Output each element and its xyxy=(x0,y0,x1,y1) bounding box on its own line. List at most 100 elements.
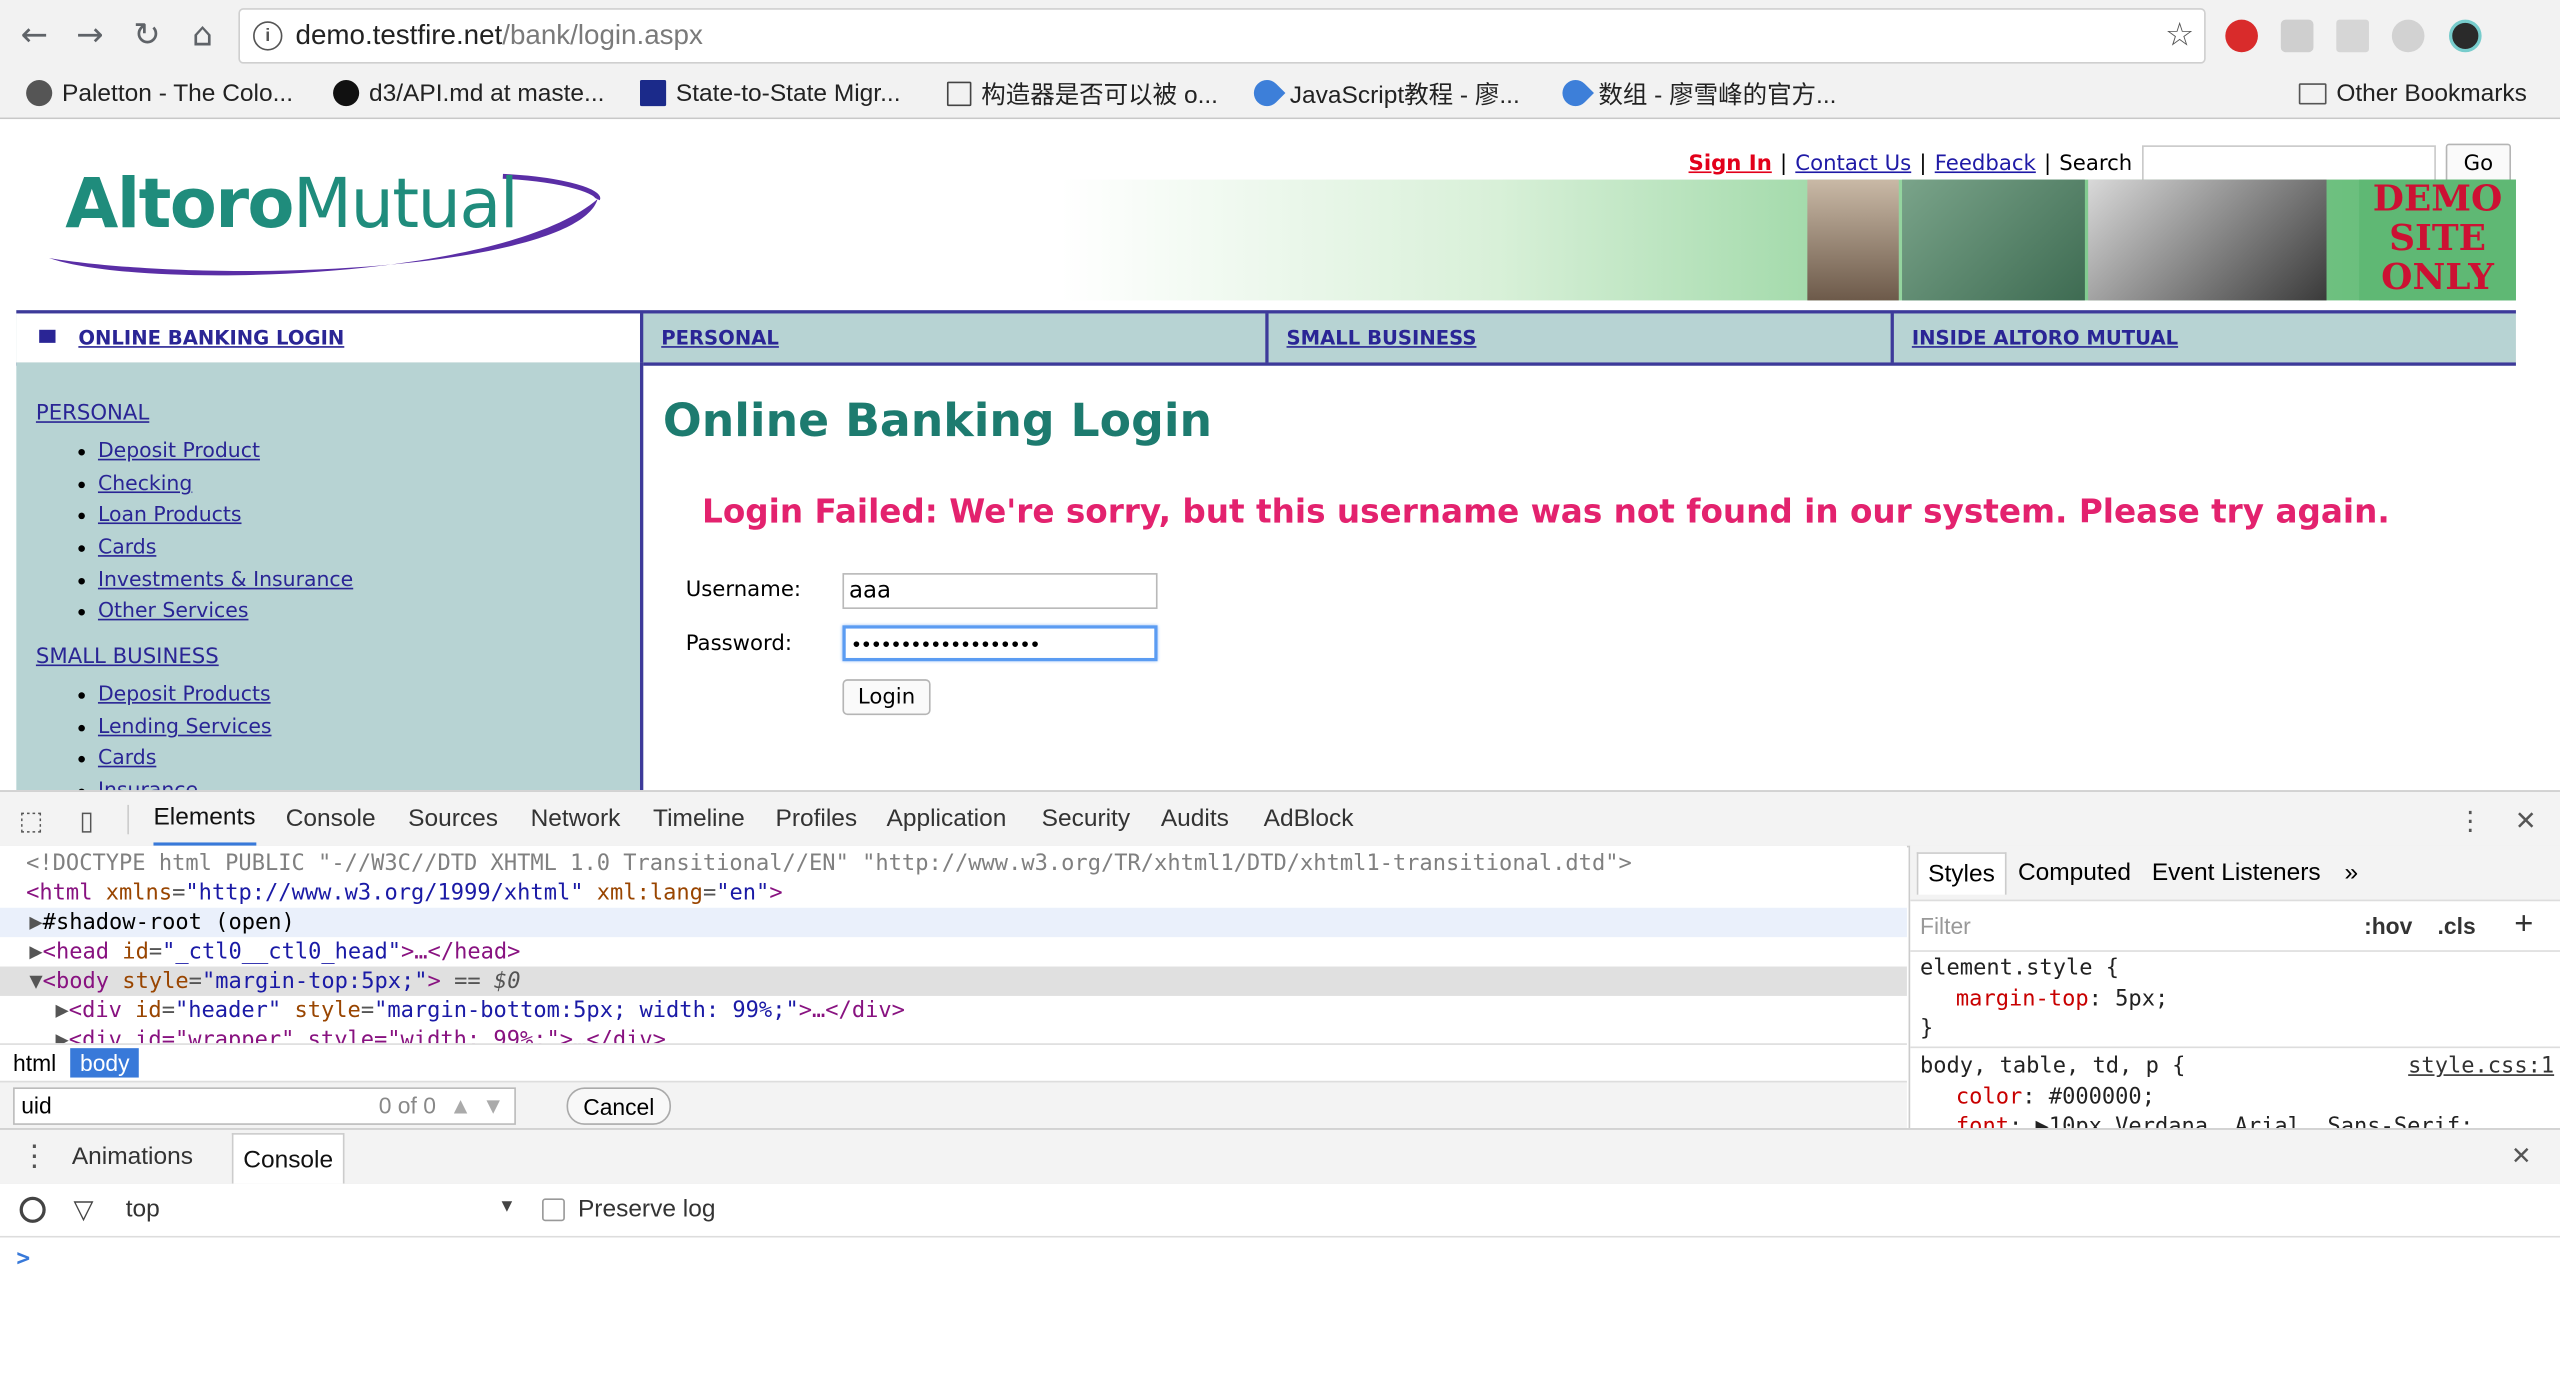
tab-console[interactable]: Console xyxy=(286,792,376,846)
shield-extension-icon[interactable] xyxy=(2280,19,2314,53)
info-icon[interactable]: i xyxy=(253,21,283,51)
tab-profiles[interactable]: Profiles xyxy=(776,792,858,846)
sidebar-item-deposit-product[interactable]: Deposit Product xyxy=(78,438,260,462)
rule-prop-font[interactable]: font: ▶10px Verdana, Arial, Sans-Serif; xyxy=(1956,1113,2474,1128)
sidebar-item-business-cards[interactable]: Cards xyxy=(78,744,156,769)
nav-personal[interactable]: PERSONAL xyxy=(661,313,779,362)
ublock-extension-icon[interactable] xyxy=(2225,19,2258,53)
sidebar-item-lending-services[interactable]: Lending Services xyxy=(78,713,272,738)
dom-div-header[interactable]: ▶<div id="header" style="margin-bottom:5… xyxy=(0,996,1907,1025)
tab-application[interactable]: Application xyxy=(887,792,1007,846)
nav-inside-altoro[interactable]: INSIDE ALTORO MUTUAL xyxy=(1912,313,2178,362)
find-cancel-button[interactable]: Cancel xyxy=(566,1087,672,1125)
find-input[interactable]: uid 0 of 0 ▲ ▼ xyxy=(13,1087,516,1125)
drawer-tab-animations[interactable]: Animations xyxy=(72,1143,193,1171)
close-devtools-icon[interactable]: ✕ xyxy=(2511,804,2540,835)
dom-body[interactable]: ▼<body style="margin-top:5px;"> == $0 xyxy=(0,966,1907,996)
rule-body-table[interactable]: body, table, td, p { xyxy=(1920,1053,2185,1079)
sidebar-item-other-services[interactable]: Other Services xyxy=(78,598,248,622)
rule-prop-color[interactable]: color: #000000; xyxy=(1956,1084,2155,1110)
tab-timeline[interactable]: Timeline xyxy=(653,792,745,846)
sidebar-item-cards[interactable]: Cards xyxy=(78,534,156,558)
other-bookmarks[interactable]: Other Bookmarks xyxy=(2298,75,2527,111)
nav-online-banking-login[interactable]: ONLINE BANKING LOGIN xyxy=(16,313,640,363)
forward-icon[interactable]: → xyxy=(65,10,114,59)
sidebar-business-head[interactable]: SMALL BUSINESS xyxy=(36,645,219,669)
sidebar-item-deposit-products[interactable]: Deposit Products xyxy=(78,681,271,705)
altoro-mutual-logo[interactable]: AltoroMutual xyxy=(46,163,609,277)
expand-triangle-icon[interactable]: ▶ xyxy=(56,998,69,1024)
dom-head[interactable]: ▶<head id="_ctl0__ctl0_head">…</head> xyxy=(0,937,1907,966)
back-icon[interactable]: ← xyxy=(10,10,59,59)
console-output[interactable]: > xyxy=(0,1237,2560,1380)
password-input[interactable]: ••••••••••••••••••• xyxy=(842,625,1158,662)
rule-element-style[interactable]: element.style { xyxy=(1920,955,2119,981)
device-toolbar-icon[interactable]: ▯ xyxy=(72,804,101,835)
expand-triangle-icon[interactable]: ▶ xyxy=(56,1027,69,1043)
bookmark-constructor[interactable]: 构造器是否可以被 o... xyxy=(946,75,1218,111)
bookmark-star-icon[interactable]: ☆ xyxy=(2165,15,2194,54)
styles-filter-input[interactable]: Filter xyxy=(1920,913,1971,939)
tab-elements[interactable]: Elements xyxy=(153,792,256,846)
clear-console-icon[interactable] xyxy=(19,1196,46,1223)
find-previous-icon[interactable]: ▲ xyxy=(449,1092,472,1118)
rule-prop-margin-top[interactable]: margin-top: 5px; xyxy=(1956,986,2168,1012)
tab-computed[interactable]: Computed xyxy=(2018,859,2131,887)
expand-triangle-icon[interactable]: ▶ xyxy=(29,939,42,965)
login-button[interactable]: Login xyxy=(842,679,931,716)
tab-styles[interactable]: Styles xyxy=(1916,852,2007,895)
drawer-tab-console[interactable]: Console xyxy=(231,1133,345,1184)
collapse-triangle-icon[interactable]: ▼ xyxy=(29,968,42,994)
dom-shadow-root[interactable]: ▶#shadow-root (open) xyxy=(0,907,1907,938)
site-search-input[interactable] xyxy=(2142,145,2436,182)
contact-us-link[interactable]: Contact Us xyxy=(1795,151,1911,175)
context-dropdown-icon[interactable]: ▼ xyxy=(498,1197,516,1217)
sidebar-item-insurance[interactable]: Insurance xyxy=(78,777,198,791)
bookmark-paletton[interactable]: Paletton - The Colo... xyxy=(26,75,293,111)
sign-in-link[interactable]: Sign In xyxy=(1689,151,1772,175)
username-input[interactable]: aaa xyxy=(842,573,1158,609)
sidebar-item-investments[interactable]: Investments & Insurance xyxy=(78,567,353,591)
sidebar-item-checking[interactable]: Checking xyxy=(78,470,192,495)
new-rule-plus-icon[interactable]: + xyxy=(2514,906,2533,944)
reload-icon[interactable]: ↻ xyxy=(122,10,171,59)
url-text[interactable]: demo.testfire.net/bank/login.aspx xyxy=(296,20,703,53)
breadcrumb-html[interactable]: html xyxy=(3,1048,66,1077)
sidebar-item-loan-products[interactable]: Loan Products xyxy=(78,501,242,526)
filter-icon[interactable]: ▽ xyxy=(73,1193,93,1226)
tab-network[interactable]: Network xyxy=(531,792,621,846)
tab-audits[interactable]: Audits xyxy=(1161,792,1229,846)
bookmark-array[interactable]: 数组 - 廖雪峰的官方... xyxy=(1557,74,1836,112)
more-tabs-icon[interactable]: » xyxy=(2344,859,2358,887)
dom-doctype[interactable]: <!DOCTYPE html PUBLIC "-//W3C//DTD XHTML… xyxy=(0,849,1907,878)
drive-extension-icon[interactable] xyxy=(2336,19,2369,53)
tab-event-listeners[interactable]: Event Listeners xyxy=(2152,859,2321,887)
nav-small-business[interactable]: SMALL BUSINESS xyxy=(1287,313,1477,362)
feedback-link[interactable]: Feedback xyxy=(1935,151,2036,175)
swirl-extension-icon[interactable] xyxy=(2391,19,2425,53)
camera-extension-icon[interactable] xyxy=(2448,19,2482,53)
find-next-icon[interactable]: ▼ xyxy=(482,1092,505,1118)
context-select[interactable]: top xyxy=(126,1195,160,1223)
style-source-link[interactable]: style.css:1 xyxy=(2408,1053,2554,1079)
address-bar[interactable]: i demo.testfire.net/bank/login.aspx ☆ xyxy=(238,8,2206,64)
hov-toggle[interactable]: :hov xyxy=(2364,913,2412,939)
expand-triangle-icon[interactable]: ▶ xyxy=(29,909,42,935)
bookmark-javascript[interactable]: JavaScript教程 - 廖... xyxy=(1248,74,1520,112)
inspect-element-icon[interactable]: ⬚ xyxy=(16,804,45,835)
home-icon[interactable]: ⌂ xyxy=(178,10,227,59)
breadcrumb-body[interactable]: body xyxy=(70,1048,140,1078)
bookmark-state-migration[interactable]: State-to-State Migr... xyxy=(639,75,901,111)
close-drawer-icon[interactable]: ✕ xyxy=(2511,1141,2532,1171)
tab-sources[interactable]: Sources xyxy=(408,792,498,846)
sidebar-personal-head[interactable]: PERSONAL xyxy=(36,402,149,426)
drawer-menu-icon[interactable]: ⋮ xyxy=(20,1140,49,1174)
dom-div-wrapper[interactable]: ▶<div id="wrapper" style="width: 99%;">…… xyxy=(0,1025,1907,1043)
tab-security[interactable]: Security xyxy=(1042,792,1130,846)
preserve-log-checkbox[interactable] xyxy=(542,1198,565,1222)
dom-html[interactable]: <html xmlns="http://www.w3.org/1999/xhtm… xyxy=(0,878,1907,907)
bookmark-d3-api[interactable]: d3/API.md at maste... xyxy=(333,75,604,111)
tab-adblock[interactable]: AdBlock xyxy=(1264,792,1354,846)
more-options-icon[interactable]: ⋮ xyxy=(2456,804,2485,835)
cls-toggle[interactable]: .cls xyxy=(2438,913,2476,939)
